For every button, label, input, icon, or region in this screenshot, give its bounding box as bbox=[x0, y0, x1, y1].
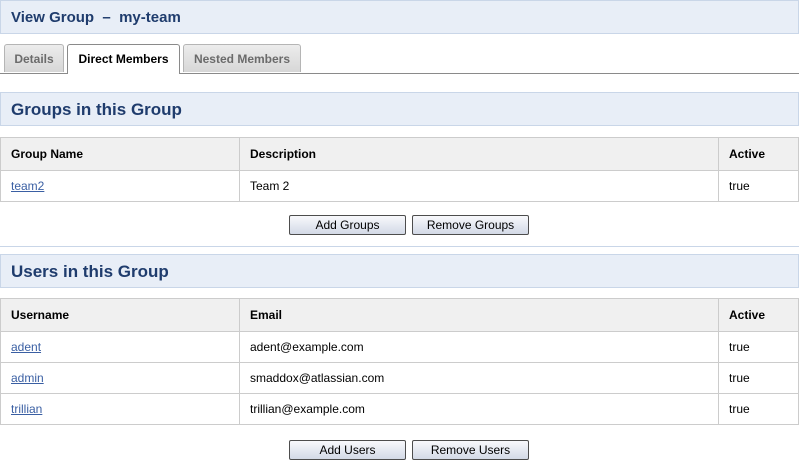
column-header-active: Active bbox=[718, 298, 799, 332]
tab-direct-members[interactable]: Direct Members bbox=[67, 44, 180, 74]
email-cell: smaddox@atlassian.com bbox=[239, 362, 719, 394]
tab-details[interactable]: Details bbox=[4, 44, 64, 72]
remove-groups-button[interactable]: Remove Groups bbox=[412, 215, 529, 235]
group-description-cell: Team 2 bbox=[239, 170, 719, 202]
section-divider bbox=[0, 246, 799, 247]
groups-table: Group Name Description Active team2 Team… bbox=[0, 137, 799, 202]
table-row: trillian trillian@example.com true bbox=[0, 393, 799, 425]
page-title: View Group – my-team bbox=[11, 9, 181, 26]
users-table: Username Email Active adent adent@exampl… bbox=[0, 298, 799, 425]
active-cell: true bbox=[718, 393, 799, 425]
groups-table-header: Group Name Description Active bbox=[0, 137, 799, 171]
table-row: team2 Team 2 true bbox=[0, 170, 799, 202]
column-header-description: Description bbox=[239, 137, 719, 171]
remove-users-button[interactable]: Remove Users bbox=[412, 440, 529, 460]
group-link-team2[interactable]: team2 bbox=[11, 179, 44, 193]
add-groups-button[interactable]: Add Groups bbox=[289, 215, 406, 235]
column-header-active: Active bbox=[718, 137, 799, 171]
users-table-header: Username Email Active bbox=[0, 298, 799, 332]
email-cell: adent@example.com bbox=[239, 331, 719, 363]
active-cell: true bbox=[718, 362, 799, 394]
column-header-username: Username bbox=[0, 298, 240, 332]
table-row: adent adent@example.com true bbox=[0, 331, 799, 363]
users-section-title: Users in this Group bbox=[11, 262, 169, 281]
users-section-header: Users in this Group bbox=[0, 254, 799, 288]
add-users-button[interactable]: Add Users bbox=[289, 440, 406, 460]
username-cell: adent bbox=[0, 331, 240, 363]
column-header-group-name: Group Name bbox=[0, 137, 240, 171]
tab-bar: Details Direct Members Nested Members bbox=[0, 44, 799, 74]
group-name-cell: team2 bbox=[0, 170, 240, 202]
group-active-cell: true bbox=[718, 170, 799, 202]
username-cell: trillian bbox=[0, 393, 240, 425]
username-cell: admin bbox=[0, 362, 240, 394]
page-header: View Group – my-team bbox=[0, 0, 799, 34]
user-link-admin[interactable]: admin bbox=[11, 371, 44, 385]
tab-nested-members[interactable]: Nested Members bbox=[183, 44, 301, 72]
column-header-email: Email bbox=[239, 298, 719, 332]
user-link-adent[interactable]: adent bbox=[11, 340, 41, 354]
active-cell: true bbox=[718, 331, 799, 363]
groups-section-header: Groups in this Group bbox=[0, 92, 799, 126]
email-cell: trillian@example.com bbox=[239, 393, 719, 425]
table-row: admin smaddox@atlassian.com true bbox=[0, 362, 799, 394]
groups-section-title: Groups in this Group bbox=[11, 100, 182, 119]
user-link-trillian[interactable]: trillian bbox=[11, 402, 42, 416]
